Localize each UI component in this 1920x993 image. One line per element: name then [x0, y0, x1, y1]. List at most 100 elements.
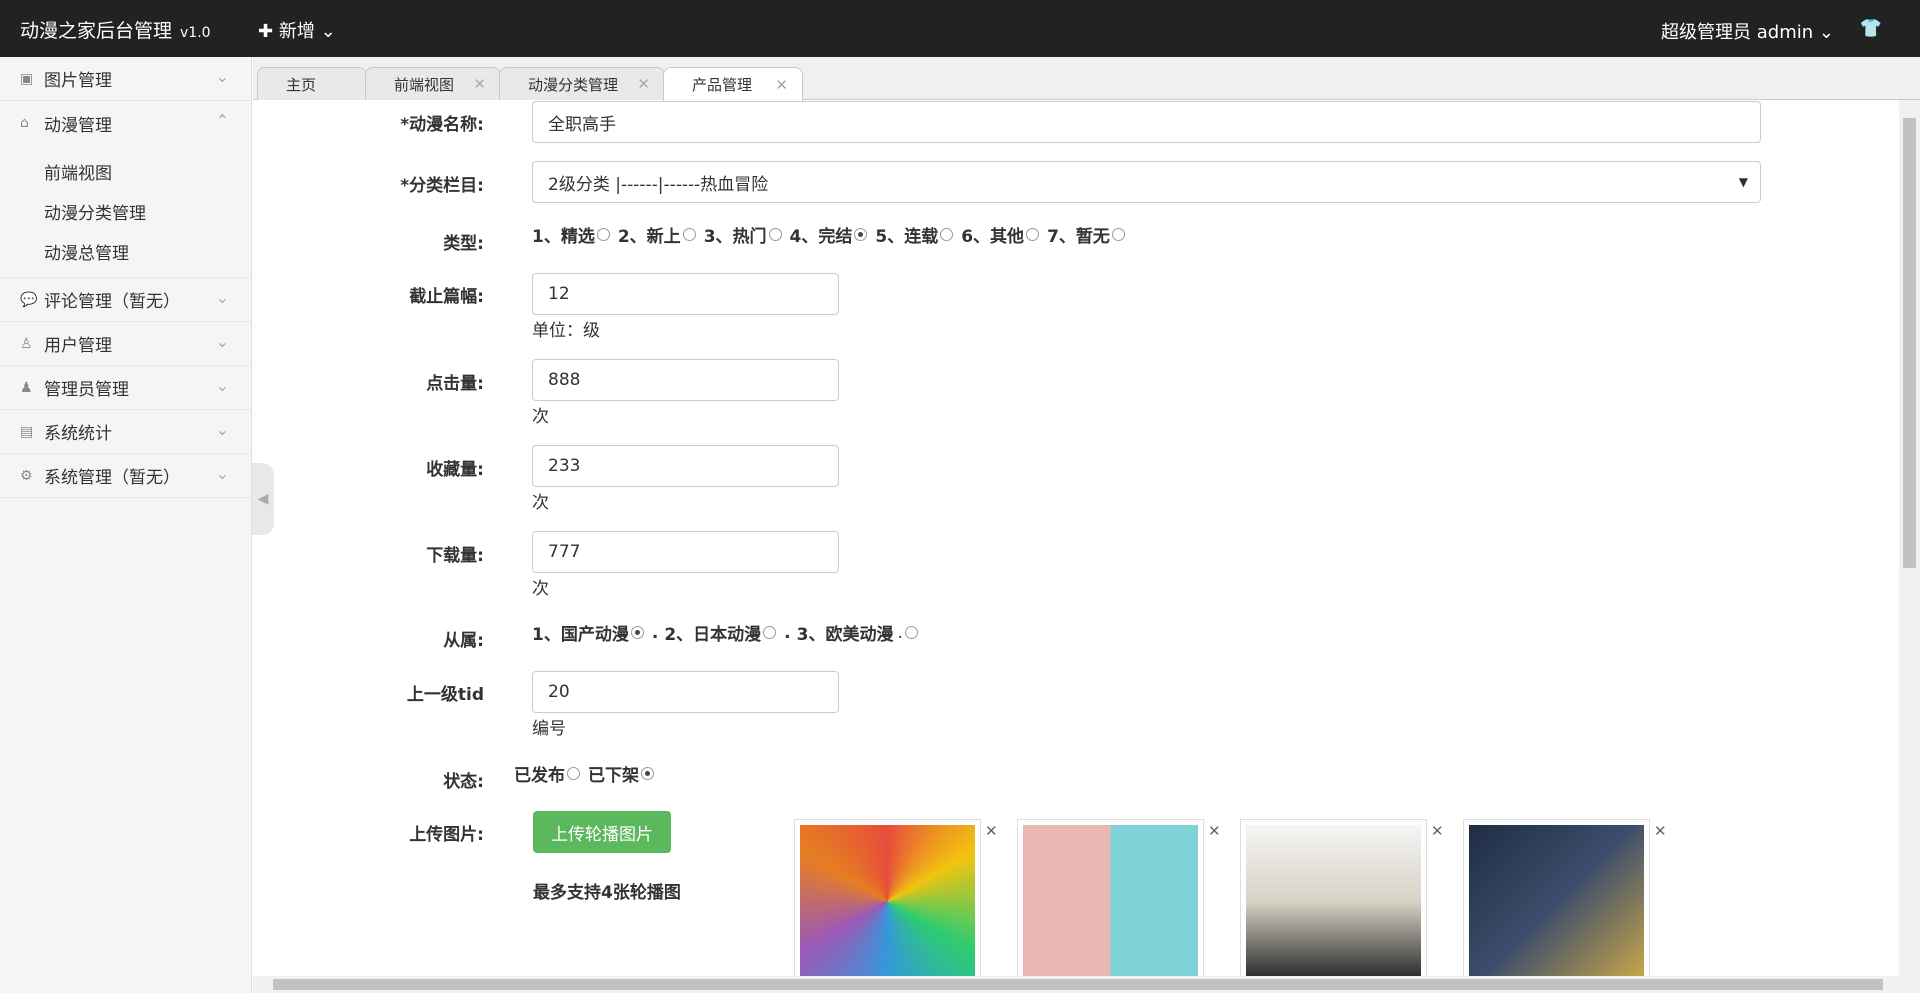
parent-label: 上一级tid: [406, 685, 484, 705]
sidebar-item-system[interactable]: ⚙ 系统管理（暂无） ⌄: [0, 454, 251, 498]
tab-label: 产品管理: [692, 76, 753, 94]
type-label: 类型:: [443, 234, 484, 254]
tab-home[interactable]: 主页: [257, 67, 367, 100]
chapters-unit: 单位：级: [532, 321, 600, 341]
favs-input[interactable]: 233: [532, 445, 839, 487]
sidebar-subitem-category[interactable]: 动漫分类管理: [0, 191, 251, 231]
type-option-label: 6、其他: [961, 227, 1025, 247]
carousel-thumbnail: [794, 819, 981, 976]
status-option-label: 已发布: [514, 766, 565, 786]
type-radio[interactable]: [1026, 228, 1040, 241]
sidebar-item-users[interactable]: ♙ 用户管理 ⌄: [0, 322, 251, 366]
bag-icon: ⌂: [20, 115, 29, 131]
sidebar-item-label: 评论管理（暂无）: [44, 292, 180, 312]
close-icon[interactable]: ✕: [473, 75, 486, 93]
tab-products[interactable]: 产品管理 ✕: [663, 67, 803, 101]
parent-input[interactable]: 20: [532, 671, 839, 713]
app-logo[interactable]: 动漫之家后台管理 v1.0: [20, 16, 211, 43]
carousel-thumbnail: [1017, 819, 1204, 976]
tab-bar: 主页 前端视图 ✕ 动漫分类管理 ✕ 产品管理 ✕: [253, 57, 1920, 101]
sidebar-item-label: 管理员管理: [44, 380, 129, 400]
caret-down-icon: ▼: [1738, 175, 1748, 189]
close-icon[interactable]: ✕: [1654, 822, 1667, 840]
type-radio[interactable]: [1111, 228, 1125, 241]
scrollbar-thumb[interactable]: [1903, 118, 1916, 568]
close-icon[interactable]: ✕: [637, 75, 650, 93]
close-icon[interactable]: ✕: [1208, 822, 1221, 840]
belong-option-label: 2、日本动漫: [664, 625, 762, 645]
sidebar-item-images[interactable]: ▣ 图片管理 ⌄: [0, 57, 251, 101]
close-icon[interactable]: ✕: [775, 76, 788, 94]
carousel-image: [1246, 825, 1421, 976]
horizontal-scrollbar[interactable]: [253, 976, 1920, 993]
belong-radio[interactable]: [630, 626, 644, 639]
status-option-label: 已下架: [588, 766, 639, 786]
gear-icon: ⚙: [20, 467, 33, 484]
chapters-label: 截止篇幅:: [409, 287, 484, 307]
status-radio-group: 已发布 已下架: [514, 761, 662, 786]
user-icon: ♙: [20, 335, 33, 352]
vertical-scrollbar[interactable]: [1899, 100, 1920, 976]
downloads-input[interactable]: 777: [532, 531, 839, 573]
type-radio[interactable]: [940, 228, 954, 241]
parent-unit: 编号: [532, 719, 566, 739]
admin-name: admin: [1756, 22, 1814, 43]
chapters-input[interactable]: 12: [532, 273, 839, 315]
status-radio[interactable]: [641, 767, 654, 780]
sidebar-subitem-all[interactable]: 动漫总管理: [0, 231, 251, 271]
type-radio[interactable]: [682, 228, 696, 241]
sidebar-item-admins[interactable]: ♟ 管理员管理 ⌄: [0, 366, 251, 410]
close-icon[interactable]: ✕: [985, 822, 998, 840]
category-label: *分类栏目:: [400, 176, 484, 196]
belong-radio[interactable]: [904, 626, 918, 639]
clicks-input[interactable]: 888: [532, 359, 839, 401]
type-radio[interactable]: [768, 228, 782, 241]
clicks-label: 点击量:: [426, 374, 484, 394]
type-radio[interactable]: [854, 228, 868, 241]
tab-label: 主页: [286, 75, 317, 94]
belong-option-label: 3、欧美动漫: [796, 625, 894, 645]
carousel-thumbnail: [1463, 819, 1650, 976]
top-bar: 动漫之家后台管理 v1.0 ✚ 新增 ⌄ 超级管理员 admin ⌄ 👕: [0, 0, 1920, 57]
name-label: *动漫名称:: [400, 115, 484, 135]
chevron-down-icon: ⌄: [1818, 22, 1834, 43]
sidebar-item-stats[interactable]: ▤ 系统统计 ⌄: [0, 410, 251, 454]
sidebar-item-comments[interactable]: 💬 评论管理（暂无） ⌄: [0, 278, 251, 322]
tab-category[interactable]: 动漫分类管理 ✕: [499, 67, 665, 100]
favs-label: 收藏量:: [426, 460, 484, 480]
chevron-down-icon: ⌄: [215, 420, 229, 439]
status-radio[interactable]: [567, 767, 580, 780]
type-radio[interactable]: [596, 228, 610, 241]
app-version: v1.0: [180, 25, 211, 41]
skin-icon[interactable]: 👕: [1860, 18, 1882, 39]
type-option-label: 1、精选: [532, 227, 595, 247]
sidebar-item-label: 用户管理: [44, 336, 112, 356]
chevron-down-icon: ⌄: [215, 376, 229, 395]
upload-button[interactable]: 上传轮播图片: [533, 811, 671, 853]
name-input[interactable]: 全职高手: [532, 101, 1761, 143]
scrollbar-thumb[interactable]: [273, 979, 1883, 990]
sidebar-item-label: 图片管理: [44, 71, 112, 91]
favs-unit: 次: [532, 493, 549, 513]
carousel-image: [800, 825, 975, 976]
belong-radio[interactable]: [763, 626, 777, 639]
plus-icon: ✚: [258, 21, 274, 42]
category-select[interactable]: 2级分类 |------|------热血冒险 ▼: [532, 161, 1761, 203]
tab-frontend[interactable]: 前端视图 ✕: [365, 67, 501, 100]
app-title: 动漫之家后台管理: [20, 20, 173, 42]
sidebar-item-label: 动漫管理: [44, 115, 112, 136]
sidebar-subitem-frontend[interactable]: 前端视图: [0, 151, 251, 191]
form-area: *动漫名称: 全职高手 *分类栏目: 2级分类 |------|------热血…: [253, 100, 1899, 976]
sidebar-item-anime[interactable]: ⌂ 动漫管理 ⌃: [0, 101, 251, 145]
chevron-down-icon: ⌄: [215, 288, 229, 307]
belong-option-label: 1、国产动漫: [532, 625, 629, 645]
close-icon[interactable]: ✕: [1431, 822, 1444, 840]
upload-label: 上传图片:: [409, 825, 484, 845]
chevron-down-icon: ⌄: [215, 67, 229, 86]
admin-menu[interactable]: 超级管理员 admin ⌄: [1661, 18, 1834, 44]
sidebar-item-label: 系统统计: [44, 424, 112, 444]
belong-label: 从属:: [443, 631, 484, 651]
chevron-up-icon: ⌃: [215, 111, 229, 130]
category-selected: 2级分类 |------|------热血冒险: [548, 174, 769, 195]
new-button[interactable]: ✚ 新增 ⌄: [258, 17, 336, 43]
